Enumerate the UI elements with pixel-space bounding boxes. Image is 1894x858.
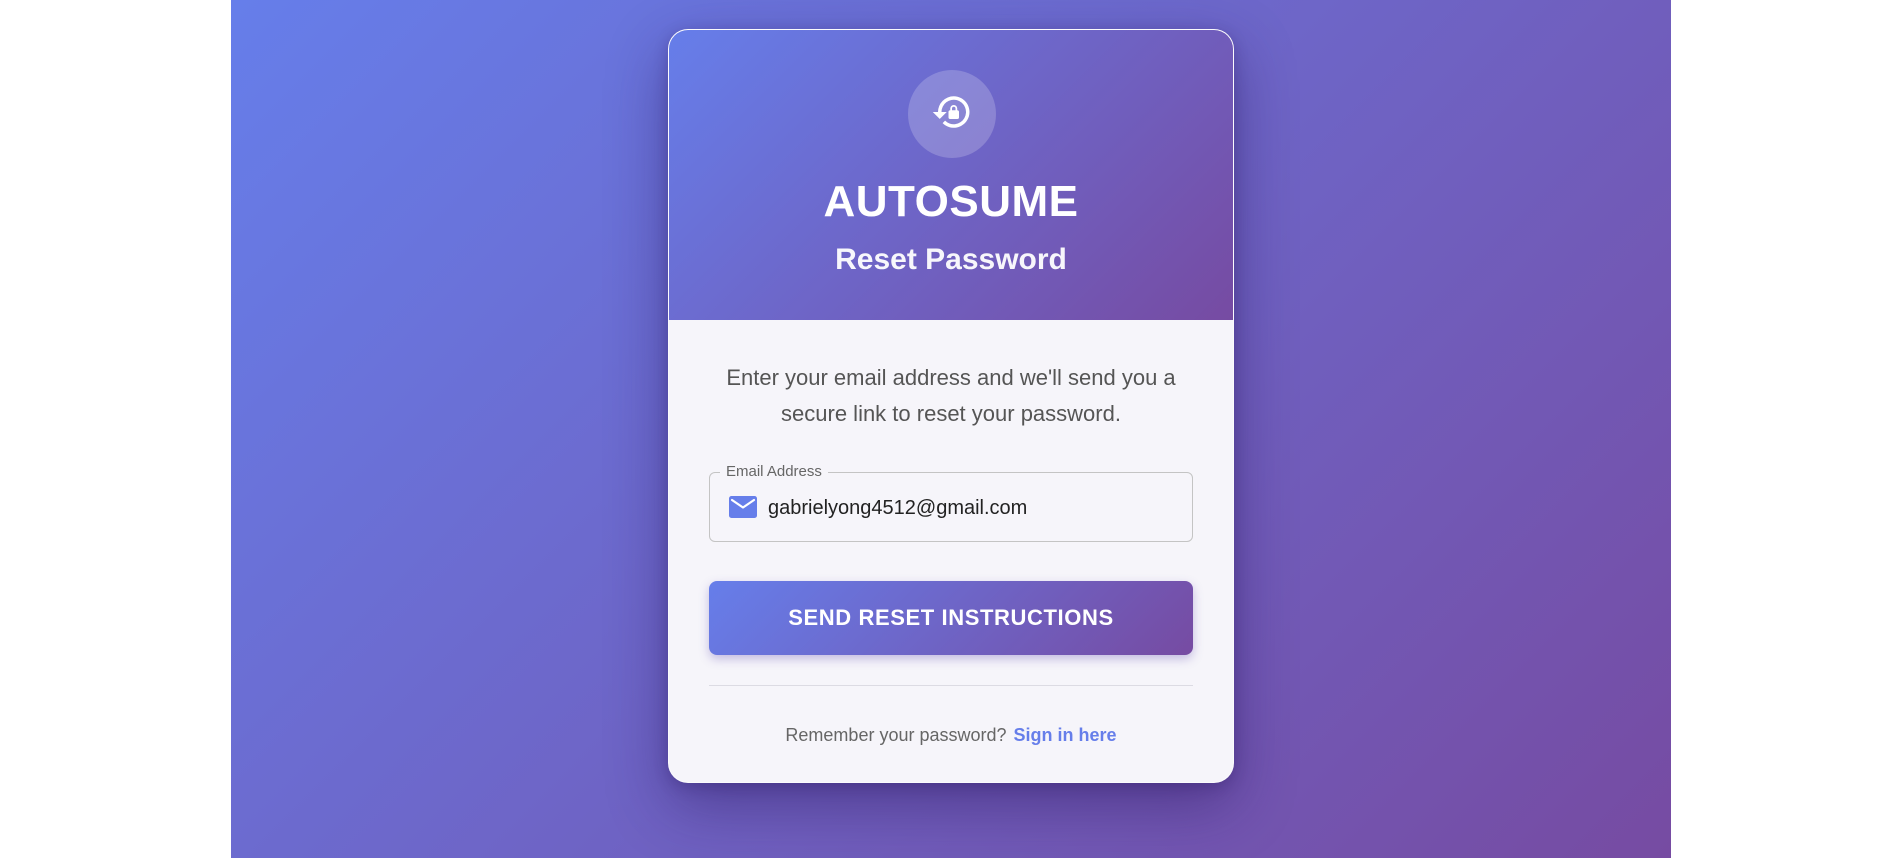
- email-input[interactable]: [768, 473, 1168, 543]
- divider: [709, 685, 1193, 686]
- signin-link[interactable]: Sign in here: [1014, 725, 1117, 745]
- brand-title: AUTOSUME: [823, 177, 1079, 226]
- logo-badge: [908, 70, 996, 158]
- page-title: Reset Password: [835, 243, 1067, 276]
- reset-password-card: AUTOSUME Reset Password Enter your email…: [668, 29, 1234, 783]
- card-header: AUTOSUME Reset Password: [669, 30, 1233, 320]
- card-body: Enter your email address and we'll send …: [669, 320, 1233, 782]
- instructions-text: Enter your email address and we'll send …: [726, 365, 1176, 426]
- send-reset-button[interactable]: SEND RESET INSTRUCTIONS: [709, 581, 1193, 655]
- mail-icon: [729, 496, 757, 518]
- email-field[interactable]: Email Address: [709, 463, 1193, 543]
- lock-reset-icon: [931, 91, 973, 138]
- signin-prompt: Remember your password? Sign in here: [669, 725, 1233, 746]
- page-background: AUTOSUME Reset Password Enter your email…: [231, 0, 1671, 858]
- signin-prompt-text: Remember your password?: [785, 725, 1007, 745]
